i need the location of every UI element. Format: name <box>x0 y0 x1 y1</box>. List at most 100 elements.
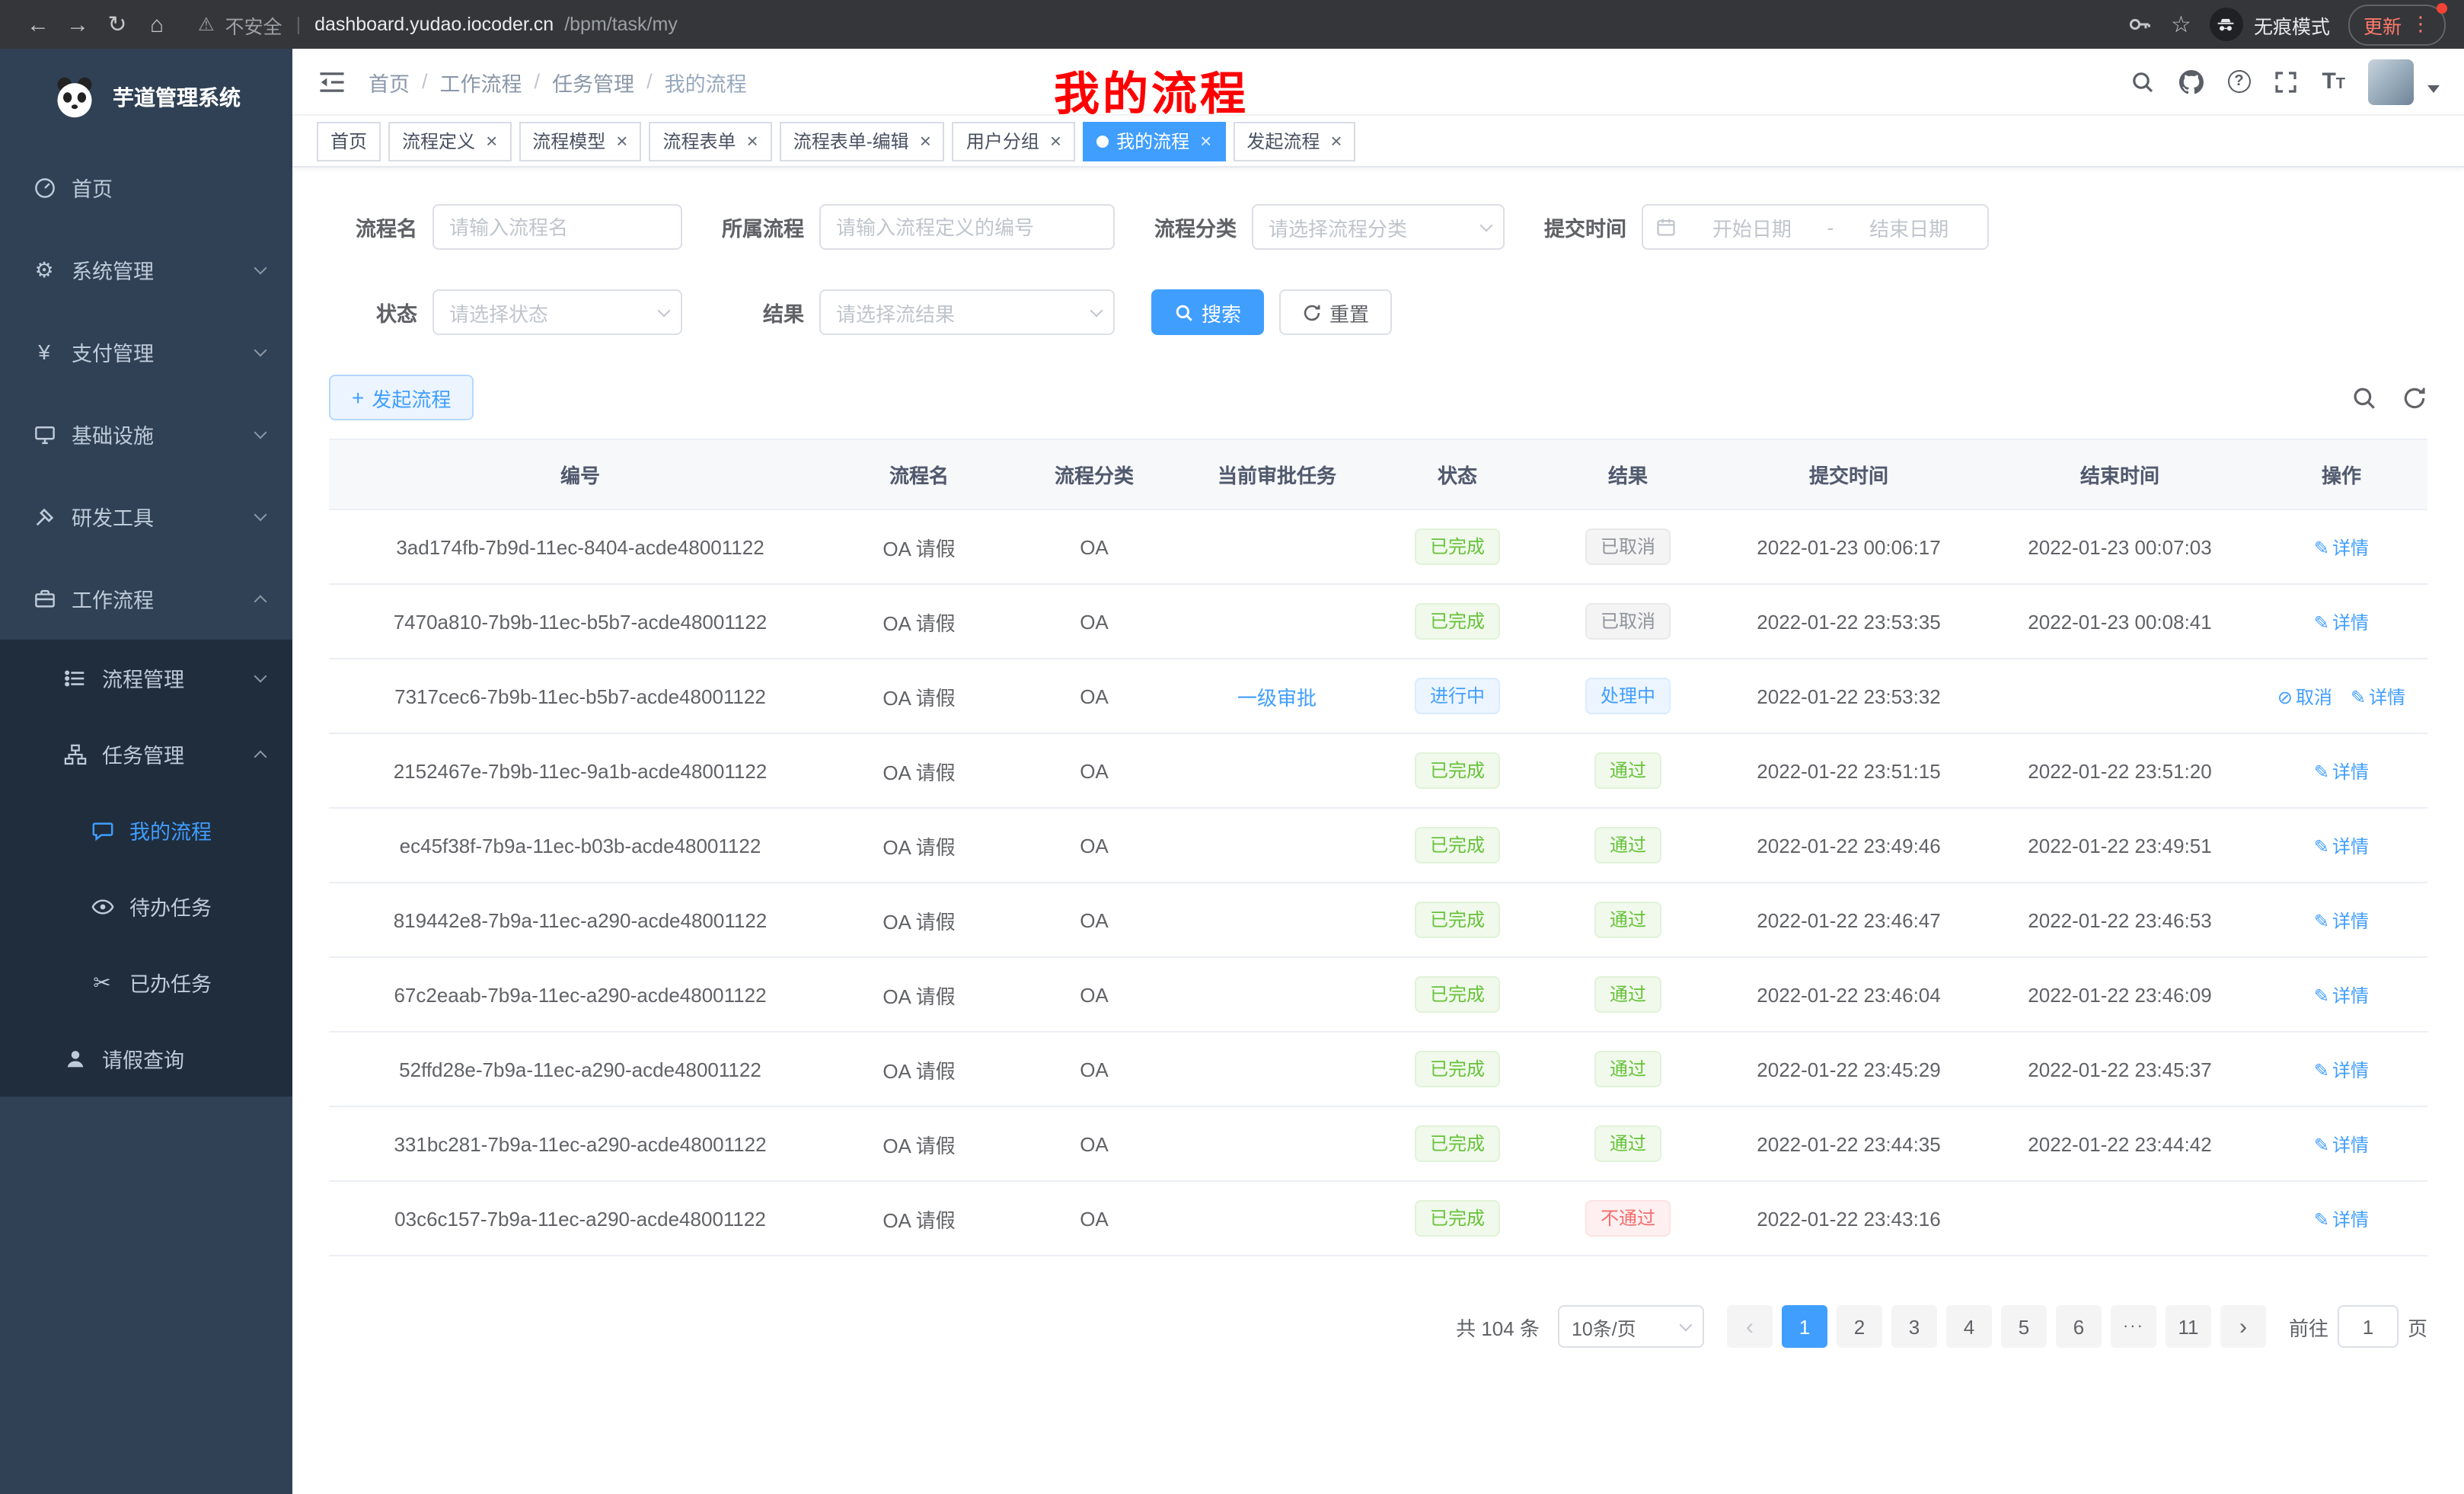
search-button[interactable]: 搜索 <box>1151 289 1264 335</box>
browser-reload-icon[interactable]: ↻ <box>97 11 137 38</box>
reset-button[interactable]: 重置 <box>1279 289 1392 335</box>
cancel-action-link[interactable]: ⊘取消 <box>2277 686 2332 707</box>
detail-action-link[interactable]: ✎详情 <box>2314 910 2369 931</box>
user-avatar[interactable] <box>2368 59 2414 104</box>
sidebar-item-process-mgmt[interactable]: 流程管理 <box>0 640 292 716</box>
sidebar-item-todo-tasks[interactable]: 待办任务 <box>0 868 292 944</box>
tab-home[interactable]: 首页 <box>317 121 381 161</box>
start-process-button[interactable]: + 发起流程 <box>329 375 474 420</box>
help-icon[interactable]: ? <box>2227 70 2250 93</box>
incognito-profile-chip[interactable]: 无痕模式 <box>2210 8 2330 41</box>
page-button-5[interactable]: 5 <box>2001 1305 2047 1348</box>
cell-current-task <box>1182 584 1372 659</box>
fullscreen-icon[interactable] <box>2273 69 2299 94</box>
page-button-4[interactable]: 4 <box>1946 1305 1992 1348</box>
tab-close-icon[interactable]: × <box>920 131 931 151</box>
sidebar-item-workflow[interactable]: 工作流程 <box>0 557 292 640</box>
sidebar-item-label: 首页 <box>72 172 113 203</box>
chevron-down-icon <box>1090 304 1103 317</box>
submit-time-label: 提交时间 <box>1541 212 1642 242</box>
tab-my-process[interactable]: 我的流程× <box>1083 121 1225 161</box>
avatar-caret-icon[interactable] <box>2427 85 2440 93</box>
col-status: 状态 <box>1372 439 1543 509</box>
result-tag: 通过 <box>1594 752 1661 789</box>
prev-page-button[interactable]: ‹ <box>1727 1305 1773 1348</box>
github-icon[interactable] <box>2178 69 2204 94</box>
address-bar[interactable]: ⚠ 不安全 | dashboard.yudao.iocoder.cn/bpm/t… <box>177 10 2127 39</box>
cell-status: 已完成 <box>1372 883 1543 957</box>
browser-home-icon[interactable]: ⌂ <box>137 11 177 37</box>
detail-action-link[interactable]: ✎详情 <box>2314 1208 2369 1230</box>
result-select[interactable]: 请选择流结果 <box>819 289 1115 335</box>
tab-process-form-edit[interactable]: 流程表单-编辑× <box>780 121 945 161</box>
tab-process-definition[interactable]: 流程定义× <box>388 121 511 161</box>
tab-process-form[interactable]: 流程表单× <box>649 121 771 161</box>
browser-forward-icon[interactable]: → <box>58 11 97 37</box>
font-size-icon[interactable]: TT <box>2322 69 2345 94</box>
breadcrumb-workflow[interactable]: 工作流程 <box>440 66 522 97</box>
tab-close-icon[interactable]: × <box>616 131 627 151</box>
sidebar-item-home[interactable]: 首页 <box>0 146 292 228</box>
next-page-button[interactable]: › <box>2220 1305 2266 1348</box>
password-key-icon[interactable] <box>2127 11 2153 37</box>
tab-close-icon[interactable]: × <box>1200 131 1211 151</box>
more-pages-button[interactable]: ··· <box>2111 1305 2156 1348</box>
sidebar-item-leave-query[interactable]: 请假查询 <box>0 1020 292 1097</box>
app-logo[interactable]: 芋道管理系统 <box>0 49 292 146</box>
status-select[interactable]: 请选择状态 <box>432 289 682 335</box>
process-name-label: 流程名 <box>329 212 432 242</box>
cell-end-time: 2022-01-22 23:45:37 <box>1984 1032 2255 1106</box>
cell-end-time: 2022-01-22 23:46:09 <box>1984 957 2255 1032</box>
sidebar-item-payment[interactable]: ¥ 支付管理 <box>0 311 292 393</box>
sidebar-item-system[interactable]: ⚙ 系统管理 <box>0 228 292 311</box>
table-row: 7317cec6-7b9b-11ec-b5b7-acde48001122 OA … <box>329 659 2427 733</box>
bookmark-star-icon[interactable]: ☆ <box>2171 11 2191 38</box>
page-button-11[interactable]: 11 <box>2166 1305 2211 1348</box>
breadcrumb-task-mgmt[interactable]: 任务管理 <box>552 66 634 97</box>
detail-action-link[interactable]: ✎详情 <box>2314 1059 2369 1081</box>
table-toolbar: + 发起流程 <box>292 375 2464 420</box>
tab-close-icon[interactable]: × <box>486 131 497 151</box>
col-id: 编号 <box>329 439 831 509</box>
tab-start-process[interactable]: 发起流程× <box>1233 121 1355 161</box>
tab-user-group[interactable]: 用户分组× <box>953 121 1075 161</box>
process-name-input[interactable] <box>432 204 682 250</box>
page-button-2[interactable]: 2 <box>1837 1305 1882 1348</box>
detail-action-link[interactable]: ✎详情 <box>2314 835 2369 857</box>
col-category: 流程分类 <box>1007 439 1182 509</box>
sidebar-item-my-process[interactable]: 我的流程 <box>0 792 292 868</box>
toggle-search-icon[interactable] <box>2351 385 2377 410</box>
kebab-menu-icon: ⋮ <box>2411 12 2430 37</box>
detail-action-link[interactable]: ✎详情 <box>2351 686 2405 707</box>
refresh-table-icon[interactable] <box>2402 385 2427 410</box>
search-icon[interactable] <box>2130 69 2156 94</box>
tab-close-icon[interactable]: × <box>1330 131 1342 151</box>
detail-action-link[interactable]: ✎详情 <box>2314 611 2369 633</box>
detail-action-link[interactable]: ✎详情 <box>2314 1134 2369 1155</box>
goto-page-input[interactable] <box>2338 1305 2399 1348</box>
page-size-select[interactable]: 10条/页 <box>1558 1305 1704 1348</box>
sidebar-collapse-icon[interactable] <box>317 66 347 97</box>
page-button-3[interactable]: 3 <box>1891 1305 1937 1348</box>
tab-close-icon[interactable]: × <box>1050 131 1061 151</box>
page-button-6[interactable]: 6 <box>2056 1305 2102 1348</box>
chevron-up-icon <box>254 751 267 764</box>
cell-status: 已完成 <box>1372 509 1543 584</box>
sidebar-item-done-tasks[interactable]: ✂ 已办任务 <box>0 944 292 1020</box>
browser-menu-update-button[interactable]: 更新 ⋮ <box>2348 4 2446 45</box>
submit-time-range-picker[interactable]: 开始日期 - 结束日期 <box>1642 204 1989 250</box>
current-task-link[interactable]: 一级审批 <box>1237 686 1317 709</box>
tab-process-model[interactable]: 流程模型× <box>519 121 641 161</box>
sidebar-item-task-mgmt[interactable]: 任务管理 <box>0 716 292 792</box>
breadcrumb-home[interactable]: 首页 <box>369 66 410 97</box>
tab-close-icon[interactable]: × <box>747 131 758 151</box>
page-button-1[interactable]: 1 <box>1782 1305 1827 1348</box>
process-def-input[interactable] <box>819 204 1115 250</box>
detail-action-link[interactable]: ✎详情 <box>2314 761 2369 782</box>
detail-action-link[interactable]: ✎详情 <box>2314 537 2369 558</box>
sidebar-item-infra[interactable]: 基础设施 <box>0 393 292 475</box>
browser-back-icon[interactable]: ← <box>18 11 58 37</box>
detail-action-link[interactable]: ✎详情 <box>2314 985 2369 1006</box>
sidebar-item-devtools[interactable]: 研发工具 <box>0 475 292 557</box>
category-select[interactable]: 请选择流程分类 <box>1252 204 1505 250</box>
